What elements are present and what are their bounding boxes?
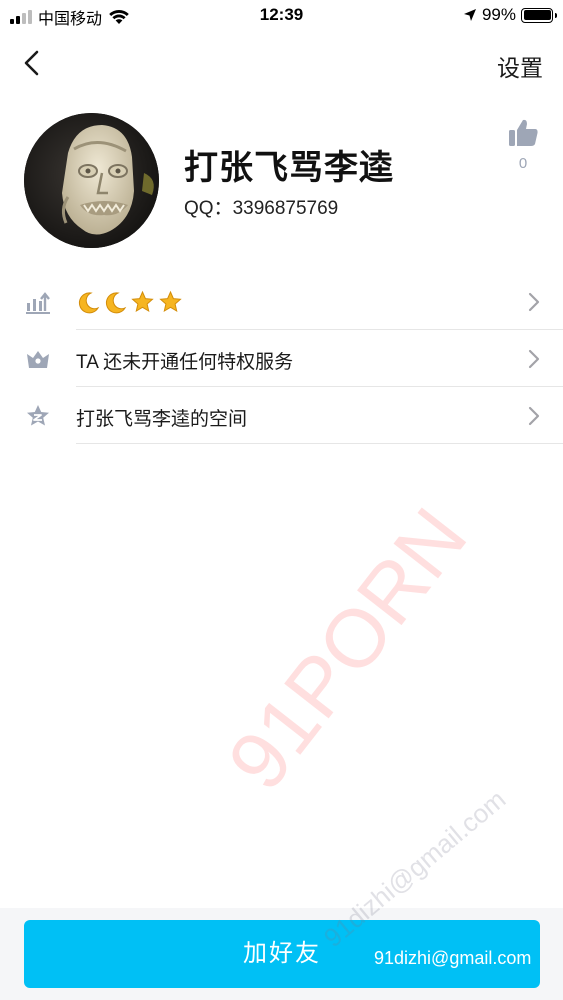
qq-id: QQ：3396875769 xyxy=(184,193,338,220)
level-chart-icon xyxy=(26,292,50,314)
privilege-label: TA 还未开通任何特权服务 xyxy=(76,352,294,373)
add-friend-button[interactable]: 加好友 xyxy=(24,920,540,988)
star-icon xyxy=(159,290,182,313)
space-row[interactable]: 打张飞骂李逵的空间 xyxy=(0,387,563,444)
location-arrow-icon xyxy=(463,9,476,21)
star-icon xyxy=(131,290,154,313)
avatar-image xyxy=(24,113,159,248)
row-divider xyxy=(76,443,563,444)
like-count: 0 xyxy=(518,155,528,172)
qq-label: QQ： xyxy=(184,198,233,219)
watermark-brand: 91PORN xyxy=(210,492,485,807)
thumbs-up-icon xyxy=(509,119,538,146)
chevron-right-icon xyxy=(528,292,540,312)
status-right: 99% xyxy=(463,5,557,25)
status-bar: 中国移动 12:39 99% xyxy=(0,0,563,32)
battery-percent: 99% xyxy=(481,5,516,24)
settings-button[interactable]: 设置 xyxy=(497,49,543,83)
moon-icon xyxy=(105,292,127,314)
qzone-star-icon xyxy=(27,405,49,426)
chevron-right-icon xyxy=(528,406,540,426)
qq-number: 3396875769 xyxy=(232,198,339,219)
profile-page: 中国移动 12:39 99% 设置 打张飞骂李逵 QQ：3396875769 0… xyxy=(0,0,563,1000)
profile-name: 打张飞骂李逵 xyxy=(184,149,394,187)
avatar[interactable] xyxy=(24,113,159,248)
like-button[interactable]: 0 xyxy=(503,118,543,172)
back-button[interactable] xyxy=(20,48,48,78)
nav-bar: 设置 xyxy=(0,40,563,86)
crown-icon xyxy=(27,351,49,368)
privilege-row[interactable]: TA 还未开通任何特权服务 xyxy=(0,330,563,387)
profile-menu-list: TA 还未开通任何特权服务 打张飞骂李逵的空间 xyxy=(0,273,563,444)
battery-icon xyxy=(521,7,557,23)
chevron-right-icon xyxy=(528,349,540,369)
space-label: 打张飞骂李逵的空间 xyxy=(76,409,248,430)
level-row[interactable] xyxy=(0,273,563,330)
chevron-left-icon xyxy=(24,50,39,76)
moon-icon xyxy=(78,292,100,314)
level-badges xyxy=(76,290,183,314)
